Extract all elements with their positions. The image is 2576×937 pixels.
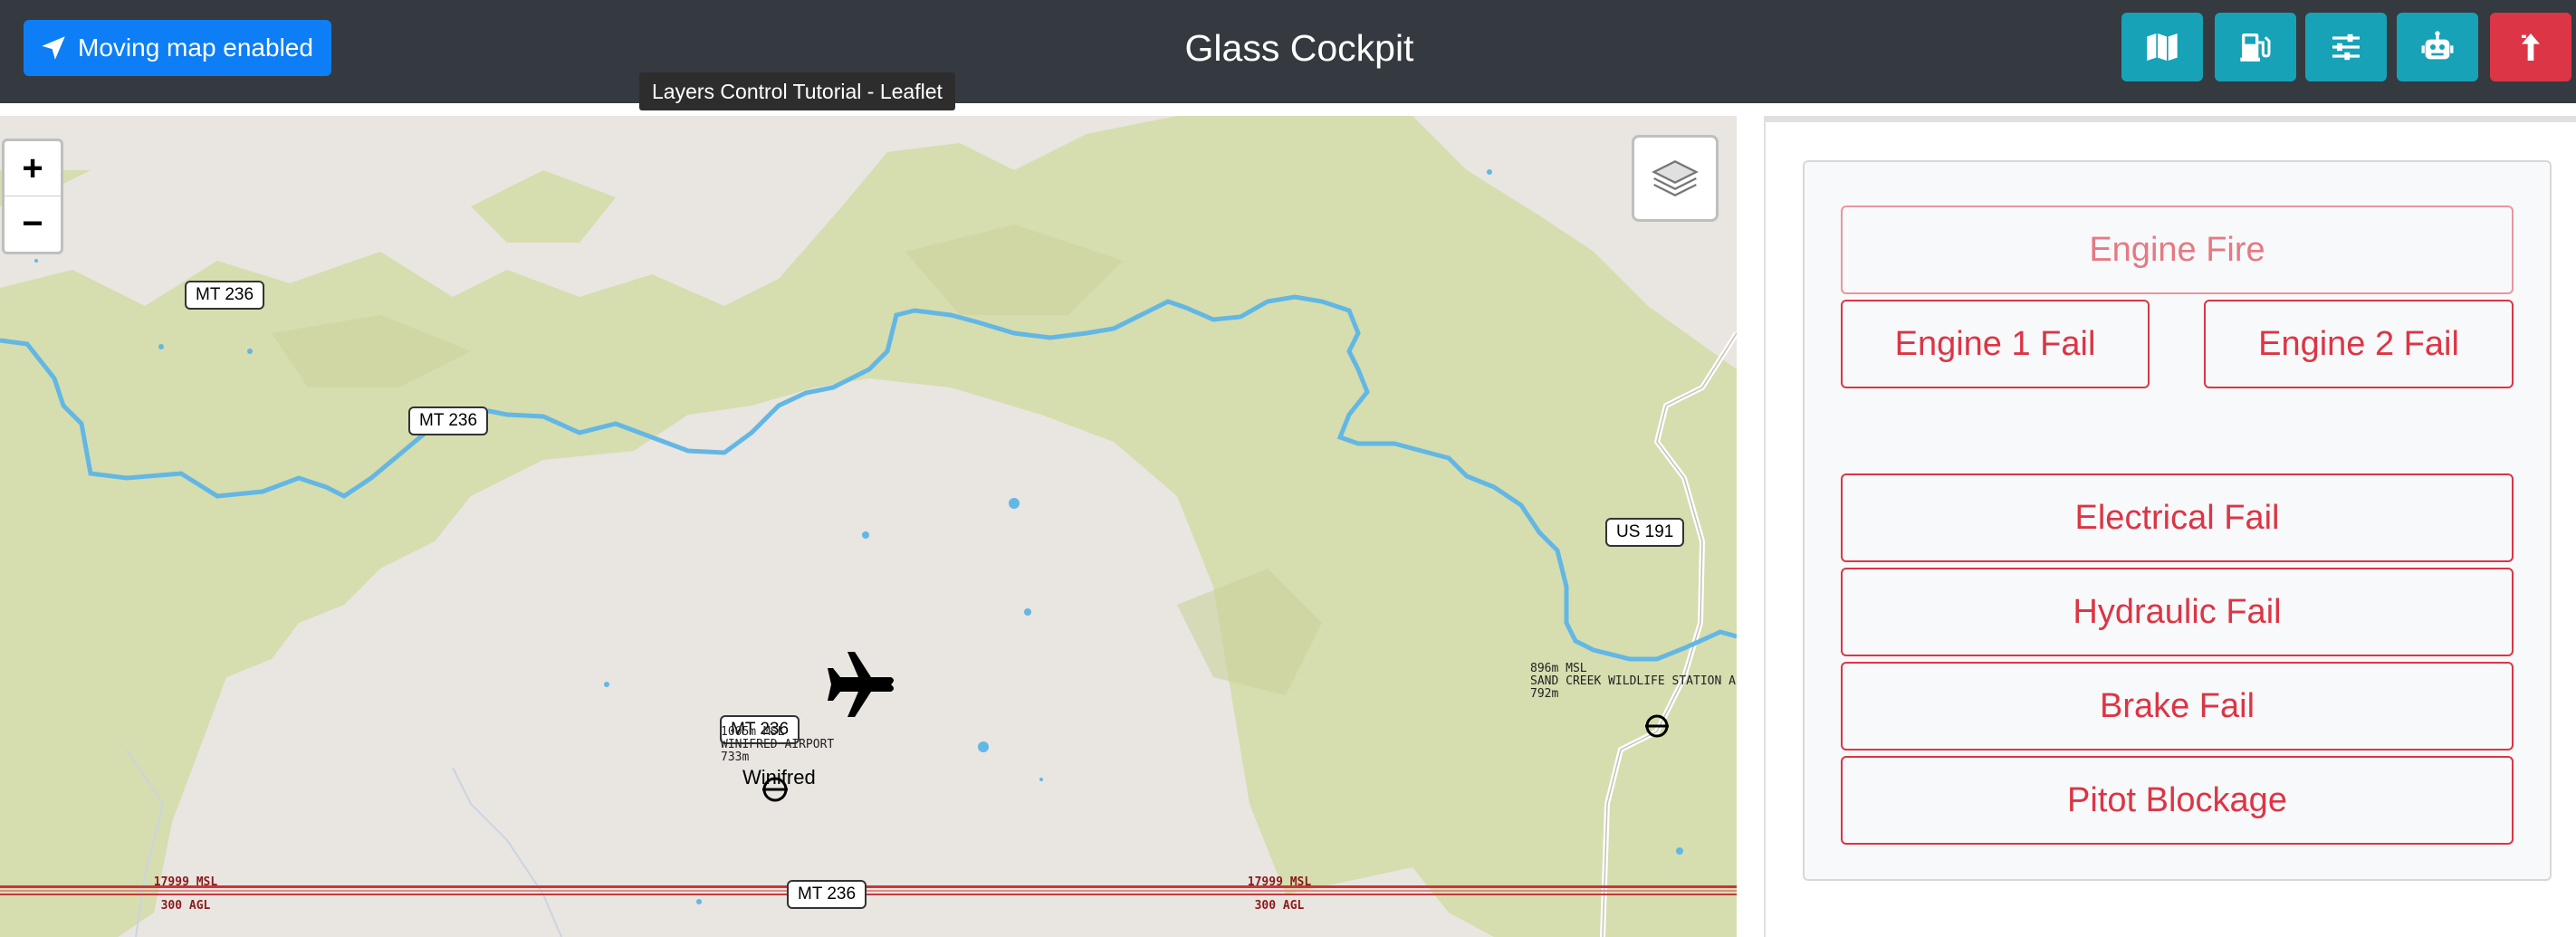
brake-fail-button[interactable]: Brake Fail: [1841, 662, 2514, 751]
altitude-label-right: 17999 MSL 300 AGL: [1230, 871, 1329, 918]
layers-control-button[interactable]: [1632, 135, 1719, 222]
altitude-agl: 300 AGL: [160, 899, 211, 913]
layers-icon: [1652, 160, 1699, 196]
airport-msl: 896m MSL: [1530, 662, 1587, 675]
road-shield: MT 236: [185, 281, 265, 310]
failures-panel: Engine Fire Engine 1 Fail Engine 2 Fail …: [1803, 160, 2552, 881]
airport-label-sand-creek: 896m MSL SAND CREEK WILDLIFE STATION A 7…: [1530, 663, 1736, 701]
moving-map-label: Moving map enabled: [78, 33, 313, 62]
map-icon: [2147, 33, 2178, 61]
map-button[interactable]: [2121, 13, 2203, 81]
airport-msl: 1005m MSL: [721, 725, 785, 739]
airport-name: SAND CREEK WILDLIFE STATION A: [1530, 674, 1736, 688]
moving-map-button[interactable]: Moving map enabled: [24, 20, 331, 76]
panel-divider: [1766, 116, 2576, 122]
pitot-blockage-button[interactable]: Pitot Blockage: [1841, 756, 2514, 845]
airport-elevation: 733m: [721, 751, 750, 764]
town-label: Winifred: [742, 766, 816, 789]
altitude-agl: 300 AGL: [1254, 899, 1305, 913]
electrical-fail-button[interactable]: Electrical Fail: [1841, 473, 2514, 562]
altitude-msl: 17999 MSL: [1247, 875, 1312, 889]
map-tiles: [0, 116, 1737, 937]
hydraulic-fail-button[interactable]: Hydraulic Fail: [1841, 568, 2514, 656]
eject-icon: [2522, 33, 2540, 61]
zoom-control: + −: [2, 139, 63, 254]
settings-button[interactable]: [2305, 13, 2387, 81]
altitude-msl: 17999 MSL: [153, 875, 218, 889]
fuel-button[interactable]: [2215, 13, 2296, 81]
autopilot-button[interactable]: [2397, 13, 2478, 81]
eject-button[interactable]: [2490, 13, 2571, 81]
app-title: Glass Cockpit: [1184, 26, 1414, 69]
engine-1-fail-button[interactable]: Engine 1 Fail: [1841, 300, 2150, 388]
gas-pump-icon: [2240, 33, 2271, 62]
engine-fire-button[interactable]: Engine Fire: [1841, 206, 2514, 294]
moving-map[interactable]: + − MT 236 MT 236 US 191 MT 236 MT 236 1…: [0, 116, 1737, 937]
airport-elevation: 792m: [1530, 687, 1559, 701]
airport-label-winifred: 1005m MSL WINIFRED AIRPORT 733m: [721, 726, 834, 764]
sliders-icon: [2332, 33, 2360, 61]
top-navbar: Moving map enabled Glass Cockpit: [0, 0, 2576, 103]
road-shield: MT 236: [787, 880, 867, 909]
altitude-label-left: 17999 MSL 300 AGL: [136, 871, 235, 918]
engine-2-fail-button[interactable]: Engine 2 Fail: [2204, 300, 2514, 388]
zoom-out-button[interactable]: −: [5, 196, 61, 251]
location-arrow-icon: [42, 36, 65, 60]
panel-divider: [1764, 116, 1766, 937]
zoom-in-button[interactable]: +: [5, 141, 61, 196]
robot-icon: [2421, 31, 2454, 60]
road-shield: MT 236: [408, 406, 489, 435]
tooltip: Layers Control Tutorial - Leaflet: [639, 72, 955, 110]
airport-name: WINIFRED AIRPORT: [721, 738, 835, 751]
road-shield: US 191: [1605, 518, 1685, 547]
